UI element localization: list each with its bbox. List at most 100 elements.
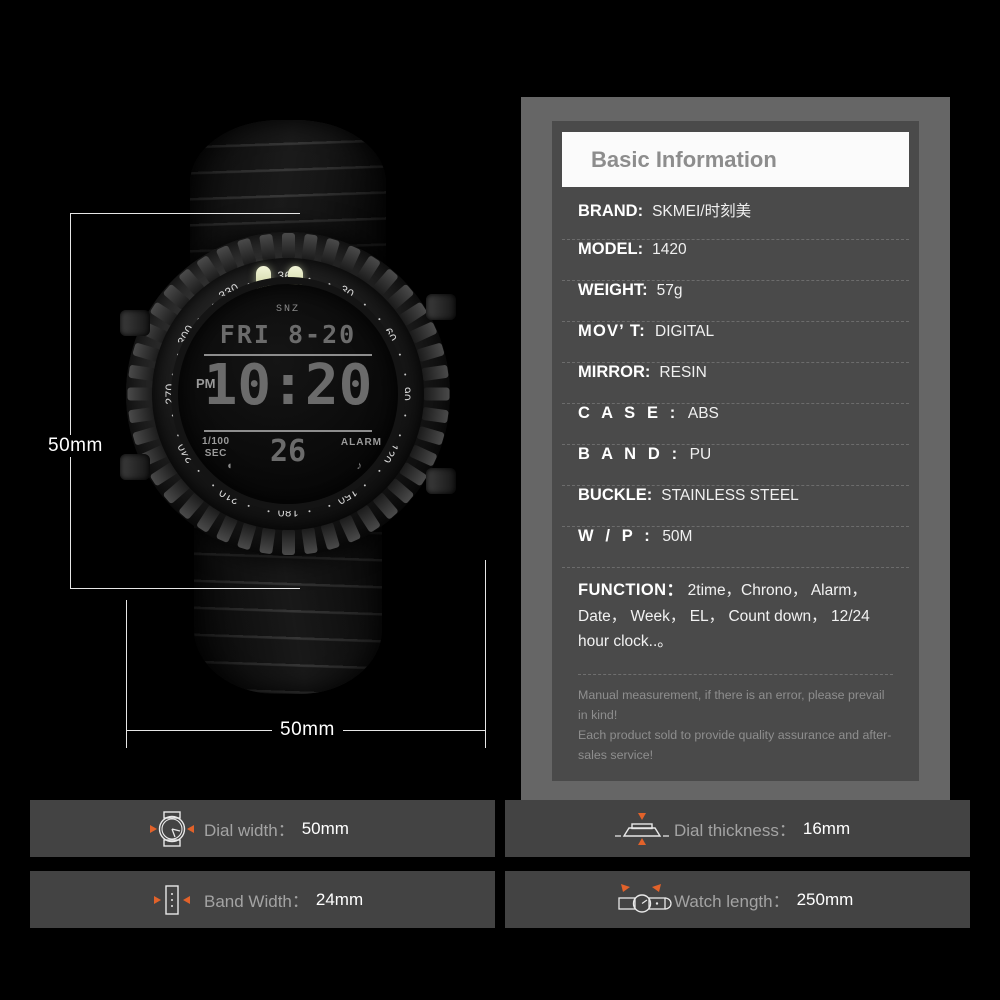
bezel-number: 270	[163, 383, 177, 405]
case-ridge	[258, 233, 276, 262]
watch-pusher	[426, 294, 456, 320]
spec-value: STAINLESS STEEL	[661, 487, 799, 504]
bar-value: 50mm	[301, 818, 349, 838]
panel-title: Basic Information	[591, 146, 777, 172]
spec-value: 57g	[656, 282, 683, 299]
dim-ext-right	[485, 560, 486, 730]
lcd-divider	[204, 430, 372, 432]
bar-label: Watch length：	[674, 892, 790, 911]
lcd-date-row: FRI 8-20	[219, 320, 357, 349]
bar-label: Dial width：	[204, 821, 295, 840]
bezel-tick	[398, 434, 401, 437]
dim-line-vertical	[70, 213, 71, 589]
spec-row-function: FUNCTION： 2time，Chrono， Alarm， Date， Wee…	[562, 568, 909, 660]
bell-icon: ♪	[356, 460, 363, 472]
case-ridge	[258, 526, 276, 555]
case-ridge	[127, 387, 153, 401]
signal-icon: ◖	[226, 460, 233, 472]
bezel-tick	[267, 510, 270, 513]
case-ridge	[127, 406, 156, 424]
spec-row: B A N D : PU	[562, 445, 909, 486]
spec-label: MOV’ T:	[578, 322, 646, 340]
spec-row: BUCKLE: STAINLESS STEEL	[562, 486, 909, 527]
product-spec-image: 360306090120150180210240270300330 SNZ FR…	[0, 0, 1000, 1000]
bar-dial-thickness: Dial thickness： 16mm	[505, 800, 970, 857]
bezel-tick	[404, 373, 407, 376]
case-ridge	[319, 521, 340, 551]
spec-label: W / P :	[578, 527, 654, 545]
case-ridge	[423, 387, 449, 401]
dim-ext-left	[126, 600, 127, 730]
panel-inner-frame: Basic Information BRAND: SKMEI/时刻美 MODEL: 1…	[552, 121, 919, 781]
spec-row: MODEL: 1420	[562, 240, 909, 281]
watch-pusher	[120, 454, 150, 480]
dim-leader-bottom	[70, 588, 300, 589]
case-ridge	[281, 233, 295, 259]
watch-product-photo: 360306090120150180210240270300330 SNZ FR…	[118, 120, 458, 694]
case-ridge	[281, 529, 295, 555]
watch-pusher	[426, 468, 456, 494]
measurement-bars: Dial width： 50mm Dial thickness： 16mm Ba…	[0, 800, 1000, 935]
bar-value: 16mm	[802, 818, 851, 838]
watch-dial: SNZ FRI 8-20 PM 10:20 1/100 SEC 26 ALARM…	[178, 284, 398, 504]
case-ridge	[415, 425, 445, 446]
footer-note: Manual measurement, if there is an error…	[562, 675, 909, 765]
spec-row: WEIGHT: 57g	[562, 281, 909, 322]
basic-information-panel: Basic Information BRAND: SKMEI/时刻美 MODEL: 1…	[521, 97, 950, 805]
bezel-tick	[404, 414, 407, 417]
spec-value: SKMEI/时刻美	[652, 203, 752, 220]
spec-label: WEIGHT:	[578, 281, 648, 299]
bezel-tick	[308, 510, 311, 513]
spec-label: MIRROR:	[578, 363, 651, 381]
spec-row: MIRROR: RESIN	[562, 363, 909, 404]
bar-band-width: Band Width： 24mm	[30, 871, 495, 928]
case-ridge	[127, 364, 156, 382]
spec-row: BRAND: SKMEI/时刻美	[562, 199, 909, 240]
spec-value: 1420	[652, 241, 687, 258]
spec-value: DIGITAL	[655, 323, 715, 340]
spec-row: MOV’ T: DIGITAL	[562, 322, 909, 363]
bezel-tick	[171, 373, 174, 376]
spec-label: MODEL:	[578, 240, 644, 258]
bar-dial-width: Dial width： 50mm	[30, 800, 495, 857]
lcd-snooze-indicator: SNZ	[275, 304, 300, 315]
spec-value: 50M	[662, 528, 693, 545]
watch-pusher	[120, 310, 150, 336]
spec-label: B A N D :	[578, 445, 681, 463]
bar-label: Dial thickness：	[674, 821, 796, 840]
bar-label: Band Width：	[204, 892, 309, 911]
case-ridge	[300, 526, 318, 555]
bar-value: 24mm	[315, 889, 364, 909]
lcd-alarm-label: ALARM	[340, 437, 382, 448]
case-ridge	[420, 364, 449, 382]
bezel-tick	[328, 504, 331, 507]
dim-width-label: 50mm	[272, 719, 343, 741]
bezel-tick	[171, 414, 174, 417]
bar-watch-length: Watch length： 250mm	[505, 871, 970, 928]
bezel-tick	[398, 353, 401, 356]
bezel-tick	[308, 277, 311, 280]
product-photo-area: 360306090120150180210240270300330 SNZ FR…	[0, 0, 510, 780]
footer-note-line: Each product sold to provide quality ass…	[578, 728, 892, 763]
case-ridge	[420, 406, 449, 424]
case-ridge	[415, 342, 445, 363]
spec-row: C A S E : ABS	[562, 404, 909, 445]
spec-value: PU	[689, 446, 712, 463]
case-ridge	[300, 233, 318, 262]
dim-leader-top	[70, 213, 300, 214]
lcd-main-time: 10:20	[203, 353, 373, 418]
footer-note-line: Manual measurement, if there is an error…	[578, 687, 885, 723]
spec-row: W / P : 50M	[562, 527, 909, 568]
bezel-number: 90	[399, 386, 413, 402]
spec-label: BRAND:	[578, 202, 644, 220]
spec-label: BUCKLE:	[578, 486, 653, 504]
watch-length-icon	[610, 880, 674, 920]
watch-band-icon	[140, 880, 204, 920]
spec-label: C A S E :	[578, 404, 679, 422]
dim-height-label: 50mm	[40, 435, 111, 457]
function-text: FUNCTION： 2time，Chrono， Alarm， Date， Wee…	[578, 577, 895, 654]
lcd-display: SNZ FRI 8-20 PM 10:20 1/100 SEC 26 ALARM…	[178, 284, 398, 504]
bar-value: 250mm	[796, 889, 854, 909]
panel-header: Basic Information	[562, 132, 909, 187]
function-label: FUNCTION：	[578, 581, 684, 599]
